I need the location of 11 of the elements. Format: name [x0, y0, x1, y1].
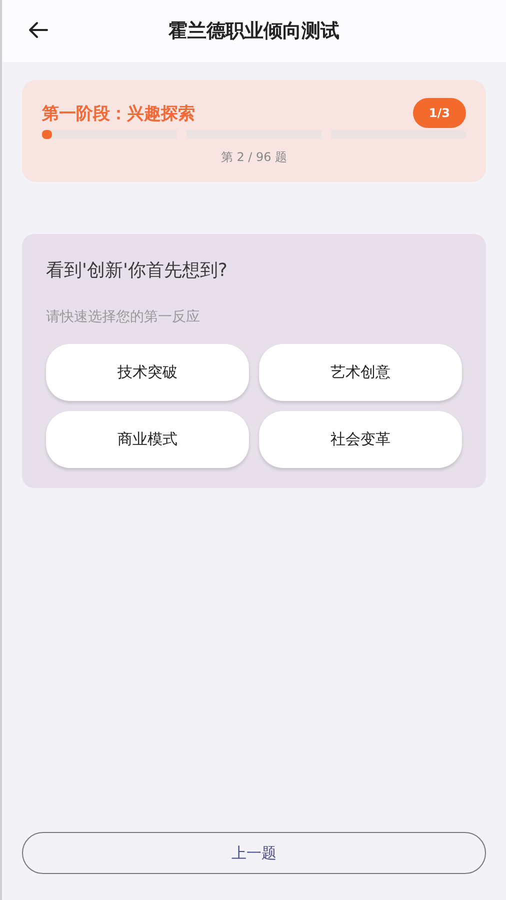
page-title: 霍兰德职业倾向测试 [168, 19, 340, 44]
stage-badge: 1/3 [412, 98, 466, 128]
stage-title: 第一阶段：兴趣探索 [42, 102, 195, 124]
answer-option[interactable]: 商业模式 [46, 411, 249, 468]
previous-button[interactable]: 上一题 [22, 832, 486, 874]
question-text: 看到'创新'你首先想到? [46, 259, 228, 282]
answer-option[interactable]: 艺术创意 [259, 344, 462, 401]
question-counter: 第 2 / 96 题 [220, 149, 288, 166]
question-hint: 请快速选择您的第一反应 [46, 308, 201, 326]
answer-option[interactable]: 技术突破 [46, 344, 249, 401]
answer-option[interactable]: 社会变革 [259, 411, 462, 468]
